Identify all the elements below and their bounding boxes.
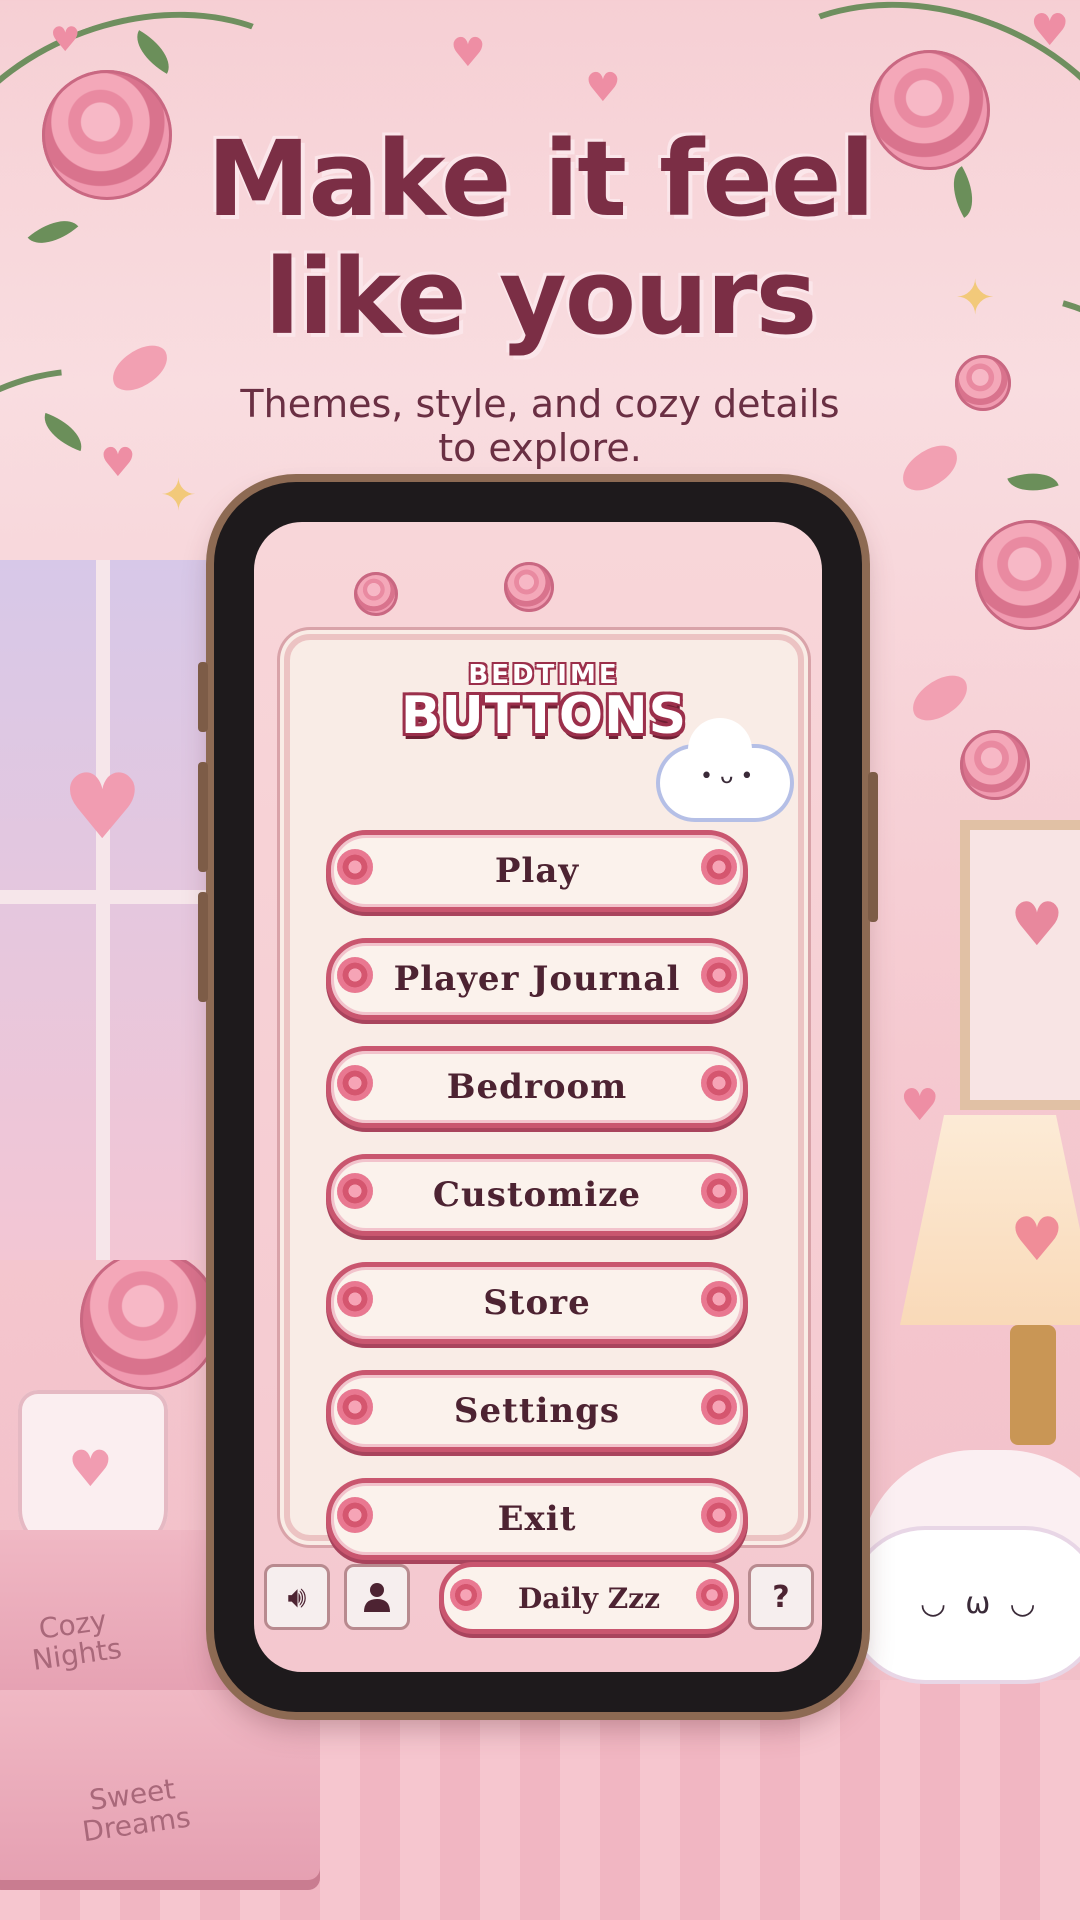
profile-button[interactable]	[344, 1564, 410, 1630]
button-label: Play	[494, 851, 580, 891]
book-title: Cozy Nights	[30, 1603, 124, 1677]
cloud-mascot: • ᴗ •	[660, 718, 790, 818]
bedroom-button[interactable]: Bedroom	[326, 1046, 748, 1128]
rose-icon	[701, 1281, 737, 1317]
bottom-toolbar: 🔊︎ Daily Zzz ?	[264, 1562, 814, 1634]
subtitle-line-1: Themes, style, and cozy details	[240, 382, 840, 426]
customize-button[interactable]: Customize	[326, 1154, 748, 1236]
promo-headline: Make it feel like yours Themes, style, a…	[0, 120, 1080, 470]
daily-zzz-label: Daily Zzz	[518, 1581, 660, 1615]
play-button[interactable]: Play	[326, 830, 748, 912]
rose-icon	[337, 1281, 373, 1317]
rose-decoration	[80, 1250, 220, 1390]
lamp-shade: ♥	[900, 1115, 1080, 1325]
sparkle-icon: ✦	[160, 470, 197, 521]
rose-icon	[337, 1065, 373, 1101]
daily-zzz-button[interactable]: Daily Zzz	[439, 1562, 739, 1634]
phone-side-button	[198, 762, 208, 872]
button-label: Customize	[432, 1175, 642, 1215]
rose-icon	[701, 1065, 737, 1101]
person-icon	[364, 1583, 390, 1612]
phone-side-button	[198, 892, 208, 1002]
headline-line-1: Make it feel	[206, 118, 875, 240]
heart-icon: ♥	[585, 65, 621, 111]
rose-decoration	[354, 572, 398, 616]
rose-icon	[701, 957, 737, 993]
game-screen: BEDTIME BUTTONS • ᴗ • Play Player Journa…	[254, 522, 822, 1672]
rose-icon	[696, 1579, 728, 1611]
heart-icon: ♥	[900, 1080, 940, 1131]
speaker-icon: 🔊︎	[287, 1579, 307, 1615]
rose-decoration	[975, 520, 1080, 630]
rose-icon	[701, 1389, 737, 1425]
phone-side-button	[198, 662, 208, 732]
main-menu-panel: BEDTIME BUTTONS • ᴗ • Play Player Journa…	[284, 634, 804, 1560]
book-title: Sweet Dreams	[80, 1772, 193, 1849]
hanging-heart-icon: ♥	[62, 755, 143, 860]
button-label: Bedroom	[446, 1067, 628, 1107]
question-icon: ?	[772, 1579, 790, 1615]
button-label: Store	[483, 1283, 591, 1323]
button-label: Exit	[497, 1499, 577, 1539]
player-journal-button[interactable]: Player Journal	[326, 938, 748, 1020]
wall-picture-frame: ♥	[960, 820, 1080, 1110]
book-sweet-dreams: Sweet Dreams	[0, 1690, 320, 1890]
main-menu: Play Player Journal Bedroom Customize St…	[326, 830, 748, 1586]
rose-decoration	[504, 562, 554, 612]
rose-icon	[701, 1497, 737, 1533]
sleeping-cloud-character: ◡ ω ◡	[850, 1530, 1080, 1680]
heart-icon: ♥	[50, 20, 81, 60]
rose-decoration	[960, 730, 1030, 800]
heart-icon: ♥	[1030, 5, 1070, 56]
button-label: Player Journal	[393, 959, 681, 999]
lamp-base	[1010, 1325, 1056, 1445]
heart-icon: ♥	[450, 30, 486, 76]
rose-icon	[337, 957, 373, 993]
button-label: Settings	[453, 1391, 621, 1431]
store-button[interactable]: Store	[326, 1262, 748, 1344]
subtitle-line-2: to explore.	[438, 426, 642, 470]
phone-side-button	[868, 772, 878, 922]
rose-icon	[337, 1497, 373, 1533]
rose-icon	[701, 1173, 737, 1209]
rose-icon	[337, 849, 373, 885]
headline-line-2: like yours	[264, 236, 818, 358]
exit-button[interactable]: Exit	[326, 1478, 748, 1560]
rose-icon	[337, 1173, 373, 1209]
rose-icon	[701, 849, 737, 885]
help-button[interactable]: ?	[748, 1564, 814, 1630]
bedroom-window	[0, 560, 224, 1260]
flower-vase: ♥	[18, 1390, 168, 1550]
rose-icon	[450, 1579, 482, 1611]
rose-icon	[337, 1389, 373, 1425]
phone-mockup: BEDTIME BUTTONS • ᴗ • Play Player Journa…	[198, 482, 878, 1712]
settings-button[interactable]: Settings	[326, 1370, 748, 1452]
sound-button[interactable]: 🔊︎	[264, 1564, 330, 1630]
